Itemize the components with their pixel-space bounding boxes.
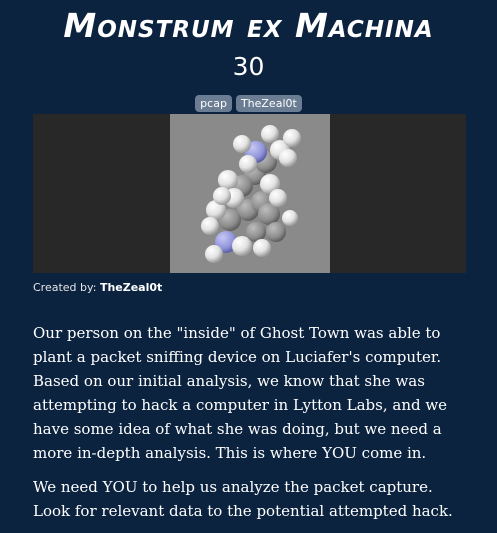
challenge-points: 30 [232,52,265,81]
molecule-image [170,114,330,273]
challenge-title: Monstrum ex Machina [63,6,434,45]
molecule-illustration [201,125,301,263]
challenge-description: Our person on the "inside" of Ghost Town… [33,321,473,533]
tag-author[interactable]: TheZeal0t [235,95,302,112]
tag-list: pcap TheZeal0t [0,95,497,112]
description-paragraph: Our person on the "inside" of Ghost Town… [33,324,448,462]
challenge-image-frame [33,114,466,273]
created-by: Created by: TheZeal0t [33,281,162,294]
tag-pcap[interactable]: pcap [195,95,232,112]
author-name[interactable]: TheZeal0t [100,281,162,294]
created-by-label: Created by: [33,281,97,294]
description-paragraph: We need YOU to help us analyze the packe… [33,478,453,520]
